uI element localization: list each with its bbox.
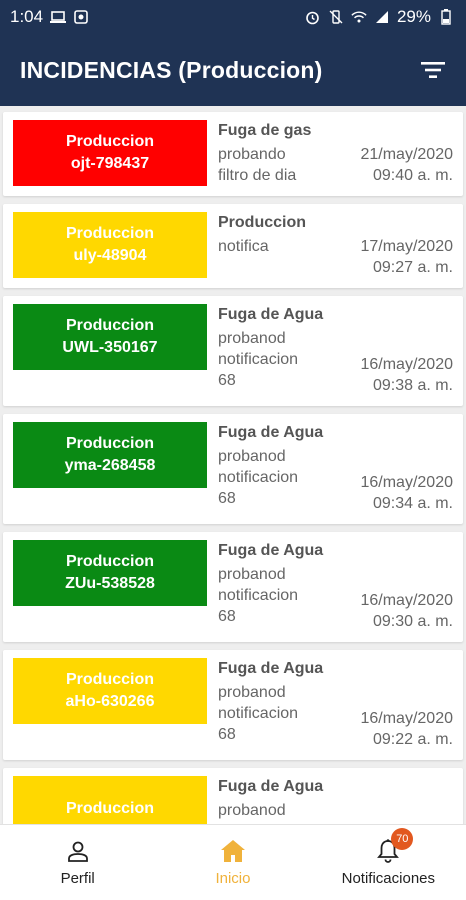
nav-notificaciones-label: Notificaciones (341, 870, 436, 887)
incident-code: uly-48904 (73, 247, 147, 264)
battery-percent: 29% (396, 7, 431, 26)
incident-date: 16/may/2020 (360, 356, 453, 373)
incident-badge: Produccion yma-268458 (13, 422, 207, 488)
nav-inicio[interactable]: Inicio (155, 825, 310, 900)
incident-datetime: 16/may/2020 09:34 a. m. (360, 472, 453, 514)
nav-perfil[interactable]: Perfil (0, 825, 155, 900)
incident-description: probando filtro de dia (218, 146, 297, 184)
incident-datetime: 16/may/2020 09:30 a. m. (360, 590, 453, 632)
incident-time: 09:30 a. m. (372, 613, 453, 630)
incident-date: 16/may/2020 (360, 474, 453, 491)
incident-time: 09:40 a. m. (372, 167, 453, 184)
incident-datetime: 16/may/2020 09:38 a. m. (360, 354, 453, 396)
incident-badge: Produccion (13, 776, 207, 824)
incident-date: 16/may/2020 (360, 710, 453, 727)
incident-code: ojt-798437 (70, 155, 150, 172)
incident-time: 09:34 a. m. (372, 495, 453, 512)
incident-title: Fuga de gas (218, 122, 312, 139)
wifi-icon (351, 10, 367, 24)
status-time: 1:04 (10, 7, 44, 26)
incident-area: Produccion (65, 317, 154, 334)
incident-datetime: 16/may/2020 09:22 a. m. (360, 708, 453, 750)
home-icon (220, 838, 246, 864)
incident-info: Fuga de gas probando filtro de dia (218, 120, 338, 186)
battery-icon (438, 9, 454, 25)
incident-title: Fuga de Agua (218, 424, 324, 441)
incident-code: yma-268458 (64, 457, 156, 474)
incident-description: probanod notificacion 68 (218, 566, 299, 625)
incident-badge: Produccion aHo-630266 (13, 658, 207, 724)
nav-notificaciones[interactable]: 70 Notificaciones (311, 825, 466, 900)
incident-description: probanod notificacion 68 (218, 684, 299, 743)
incident-title: Fuga de Agua (218, 542, 324, 559)
filter-button[interactable] (418, 55, 448, 85)
bottom-navigation: Perfil Inicio 70 Notificaciones (0, 824, 466, 900)
incident-card[interactable]: Produccion Fuga de Agua probanod (3, 768, 463, 824)
person-icon (65, 838, 91, 864)
incident-area: Produccion (65, 800, 154, 817)
signal-icon (374, 10, 390, 24)
incident-title: Produccion (218, 214, 307, 231)
nav-inicio-label: Inicio (215, 870, 251, 887)
incident-date: 17/may/2020 (360, 238, 453, 255)
incident-info: Fuga de Agua probanod (218, 776, 338, 821)
app-bar: INCIDENCIAS (Produccion) (0, 34, 466, 106)
incident-area: Produccion (65, 133, 154, 150)
incident-area: Produccion (65, 225, 154, 242)
incident-card[interactable]: Produccion uly-48904 Produccion notifica 17/… (3, 204, 463, 288)
incident-badge: Produccion ojt-798437 (13, 120, 207, 186)
incident-time: 09:22 a. m. (372, 731, 453, 748)
incident-card[interactable]: Produccion aHo-630266 Fuga de Agua probano… (3, 650, 463, 760)
incident-code: ZUu-538528 (65, 575, 155, 592)
incident-info: Produccion notifica (218, 212, 338, 257)
filter-icon (421, 62, 445, 78)
incident-card[interactable]: Produccion UWL-350167 Fuga de Agua probano… (3, 296, 463, 406)
nav-perfil-label: Perfil (60, 870, 95, 887)
incident-title: Fuga de Agua (218, 660, 324, 677)
incident-title: Fuga de Agua (218, 306, 324, 323)
incident-area: Produccion (65, 671, 154, 688)
incident-badge: Produccion uly-48904 (13, 212, 207, 278)
incident-area: Produccion (65, 553, 154, 570)
incident-datetime: 21/may/2020 09:40 a. m. (360, 144, 453, 186)
incident-code: aHo-630266 (65, 693, 155, 710)
incident-area: Produccion (65, 435, 154, 452)
incident-time: 09:38 a. m. (372, 377, 453, 394)
incident-info: Fuga de Agua probanod notificacion 68 (218, 304, 338, 391)
status-bar: 1:04 29% (0, 0, 466, 34)
page-title: INCIDENCIAS (Produccion) (20, 56, 323, 83)
incident-badge: Produccion UWL-350167 (13, 304, 207, 370)
mute-vibrate-icon (328, 10, 344, 24)
incident-card[interactable]: Produccion ZUu-538528 Fuga de Agua probano… (3, 532, 463, 642)
alarm-icon (305, 10, 321, 24)
incident-datetime: 17/may/2020 09:27 a. m. (360, 236, 453, 278)
laptop-icon (50, 10, 67, 24)
incident-description: probanod notificacion 68 (218, 330, 299, 389)
incident-code: UWL-350167 (62, 339, 158, 356)
incident-info: Fuga de Agua probanod notificacion 68 (218, 540, 338, 627)
incident-info: Fuga de Agua probanod notificacion 68 (218, 422, 338, 509)
incident-title: Fuga de Agua (218, 778, 324, 795)
incident-list[interactable]: Produccion ojt-798437 Fuga de gas probando … (0, 106, 466, 824)
notification-count-badge: 70 (391, 828, 414, 850)
incident-date: 16/may/2020 (360, 592, 453, 609)
square-notification-icon (73, 10, 89, 24)
incident-description: notifica (218, 238, 269, 255)
incident-description: probanod (218, 802, 286, 819)
incident-card[interactable]: Produccion yma-268458 Fuga de Agua probano… (3, 414, 463, 524)
incident-card[interactable]: Produccion ojt-798437 Fuga de gas probando … (3, 112, 463, 196)
bell-icon: 70 (375, 828, 414, 864)
incident-badge: Produccion ZUu-538528 (13, 540, 207, 606)
incident-info: Fuga de Agua probanod notificacion 68 (218, 658, 338, 745)
incident-description: probanod notificacion 68 (218, 448, 299, 507)
incident-time: 09:27 a. m. (372, 259, 453, 276)
incident-date: 21/may/2020 (360, 146, 453, 163)
